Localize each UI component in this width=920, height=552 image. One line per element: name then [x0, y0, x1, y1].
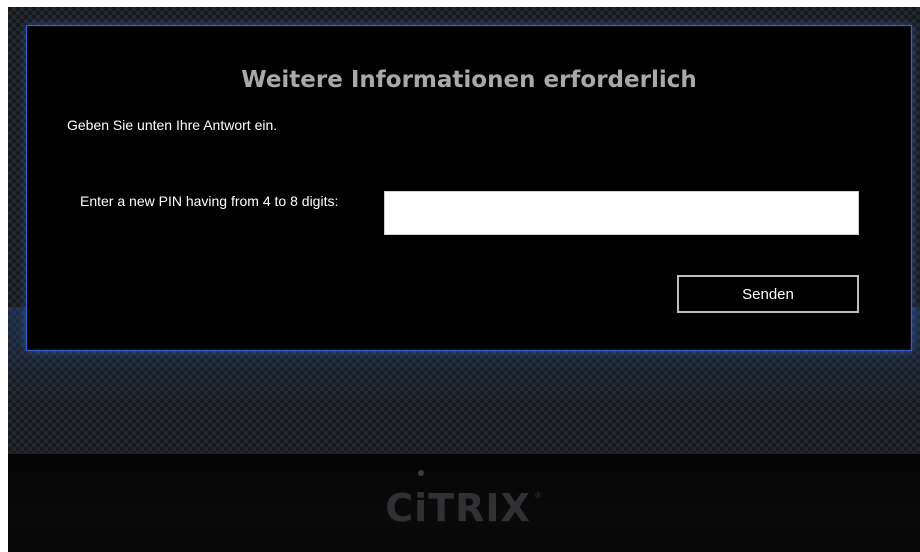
send-button[interactable]: Senden [677, 275, 859, 313]
dialog-title: Weitere Informationen erforderlich [241, 67, 697, 93]
dialog-subtitle: Geben Sie unten Ihre Antwort ein. [67, 117, 278, 133]
citrix-logo: CiTRIX [385, 486, 531, 530]
pin-dialog: Weitere Informationen erforderlich Geben… [26, 25, 912, 351]
login-page: Weitere Informationen erforderlich Geben… [8, 7, 920, 552]
pin-input[interactable] [384, 191, 859, 235]
pin-prompt-label: Enter a new PIN having from 4 to 8 digit… [80, 193, 339, 209]
registered-mark: ® [535, 491, 541, 500]
logo-dot [418, 470, 424, 476]
